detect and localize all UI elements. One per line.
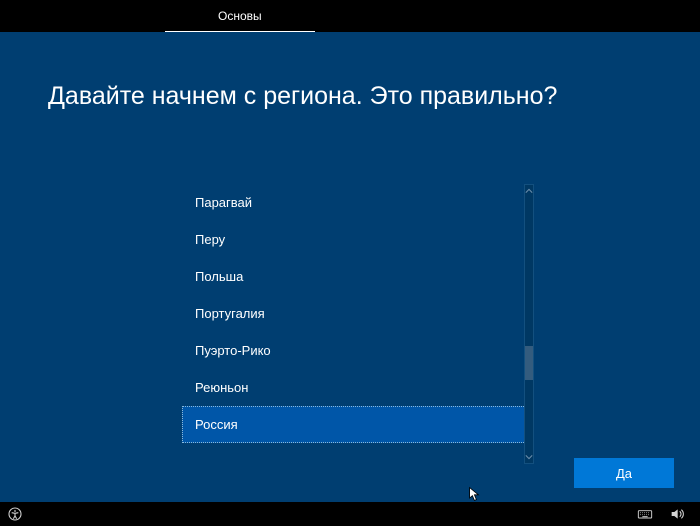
region-list[interactable]: ПарагвайПеруПольшаПортугалияПуэрто-РикоР… [182, 184, 524, 464]
region-list-container: ПарагвайПеруПольшаПортугалияПуэрто-РикоР… [182, 184, 534, 464]
region-item[interactable]: Перу [182, 221, 524, 258]
region-item[interactable]: Польша [182, 258, 524, 295]
confirm-button[interactable]: Да [574, 458, 674, 488]
region-item[interactable]: Реюньон [182, 369, 524, 406]
keyboard-icon[interactable] [636, 505, 654, 523]
page-title: Давайте начнем с региона. Это правильно? [48, 82, 652, 111]
scrollbar[interactable] [524, 184, 534, 464]
scroll-down-arrow[interactable] [525, 451, 533, 463]
region-item[interactable]: Парагвай [182, 184, 524, 221]
scroll-thumb[interactable] [525, 346, 533, 379]
ease-of-access-icon[interactable] [6, 505, 24, 523]
tab-basics[interactable]: Основы [200, 0, 280, 32]
region-item[interactable]: Португалия [182, 295, 524, 332]
region-item[interactable]: Пуэрто-Рико [182, 332, 524, 369]
region-item[interactable]: Россия [182, 406, 524, 443]
scroll-up-arrow[interactable] [525, 185, 533, 197]
top-tab-bar: Основы [0, 0, 700, 32]
volume-icon[interactable] [668, 505, 686, 523]
main-panel: Давайте начнем с региона. Это правильно?… [0, 32, 700, 502]
bottom-bar [0, 502, 700, 526]
